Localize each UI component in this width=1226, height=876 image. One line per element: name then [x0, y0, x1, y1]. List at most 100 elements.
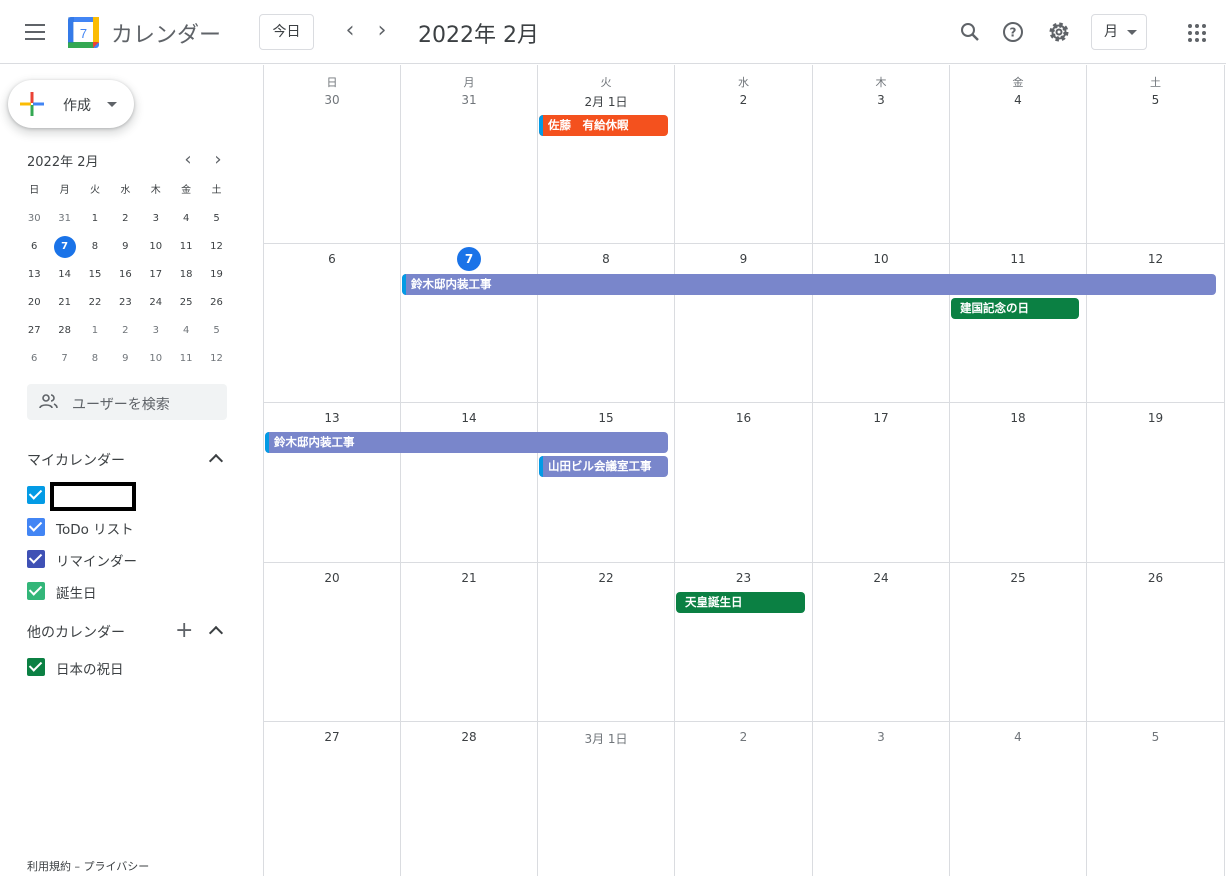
view-switcher-dropdown[interactable]: 月: [1091, 14, 1147, 50]
day-cell[interactable]: 6: [264, 244, 401, 402]
day-number[interactable]: 9: [675, 252, 812, 266]
mini-day[interactable]: 22: [80, 289, 110, 317]
mini-day[interactable]: 8: [80, 233, 110, 261]
mini-day[interactable]: 30: [19, 205, 49, 233]
mini-day[interactable]: 4: [171, 317, 201, 345]
day-cell[interactable]: 20: [264, 563, 401, 721]
add-calendar-plus-icon[interactable]: +: [175, 620, 193, 642]
day-number[interactable]: 30: [264, 93, 400, 107]
mini-day[interactable]: 9: [110, 233, 140, 261]
day-number[interactable]: 21: [401, 571, 537, 585]
day-cell[interactable]: 木 3: [813, 65, 950, 243]
day-cell[interactable]: 16: [675, 403, 813, 562]
day-cell[interactable]: 月 31: [401, 65, 538, 243]
day-number[interactable]: 23: [675, 571, 812, 585]
mini-day[interactable]: 9: [110, 345, 140, 373]
next-month-button[interactable]: ›: [370, 20, 394, 44]
mini-day[interactable]: 1: [80, 317, 110, 345]
prev-month-button[interactable]: ‹: [338, 20, 362, 44]
mini-day[interactable]: 26: [201, 289, 231, 317]
day-number[interactable]: 10: [813, 252, 949, 266]
settings-gear-icon[interactable]: [1045, 18, 1073, 46]
event-chip[interactable]: 山田ビル会議室工事: [539, 456, 668, 477]
mini-day[interactable]: 1: [80, 205, 110, 233]
day-cell[interactable]: 5: [1087, 722, 1225, 876]
mini-day[interactable]: 7: [49, 345, 79, 373]
my-calendars-title[interactable]: マイカレンダー: [27, 450, 125, 470]
mini-day[interactable]: 10: [141, 345, 171, 373]
day-number[interactable]: 4: [950, 93, 1086, 107]
mini-day[interactable]: 21: [49, 289, 79, 317]
day-number[interactable]: 3: [813, 730, 949, 744]
mini-day[interactable]: 11: [171, 345, 201, 373]
checkbox-checked-icon[interactable]: [27, 486, 45, 504]
day-cell[interactable]: 23: [675, 563, 813, 721]
day-number[interactable]: 16: [675, 411, 812, 425]
mini-day[interactable]: 10: [141, 233, 171, 261]
day-cell[interactable]: 14: [401, 403, 538, 562]
today-button[interactable]: 今日: [259, 14, 314, 50]
day-number[interactable]: 18: [950, 411, 1086, 425]
day-cell[interactable]: 3月 1日: [538, 722, 675, 876]
mini-next-button[interactable]: ›: [210, 149, 226, 170]
mini-day[interactable]: 28: [49, 317, 79, 345]
day-number-today[interactable]: 7: [401, 247, 537, 271]
help-icon[interactable]: ?: [999, 18, 1027, 46]
google-apps-icon[interactable]: [1188, 24, 1206, 42]
event-chip[interactable]: 天皇誕生日: [676, 592, 805, 613]
mini-day[interactable]: 3: [141, 205, 171, 233]
day-cell[interactable]: 13: [264, 403, 401, 562]
day-cell[interactable]: 24: [813, 563, 950, 721]
collapse-other-calendars-icon[interactable]: [208, 625, 224, 641]
mini-day[interactable]: 13: [19, 261, 49, 289]
day-number[interactable]: 27: [264, 730, 400, 744]
day-cell[interactable]: 9: [675, 244, 813, 402]
day-number[interactable]: 26: [1087, 571, 1224, 585]
mini-day[interactable]: 25: [171, 289, 201, 317]
mini-day[interactable]: 20: [19, 289, 49, 317]
day-cell[interactable]: 8: [538, 244, 675, 402]
search-people-input[interactable]: ユーザーを検索: [27, 384, 227, 420]
checkbox-checked-icon[interactable]: [27, 658, 45, 676]
day-cell[interactable]: 金 4: [950, 65, 1087, 243]
day-cell[interactable]: 火 2月 1日: [538, 65, 675, 243]
day-cell[interactable]: 12: [1087, 244, 1225, 402]
day-number[interactable]: 14: [401, 411, 537, 425]
mini-day[interactable]: 3: [141, 317, 171, 345]
mini-day[interactable]: 19: [201, 261, 231, 289]
mini-day[interactable]: 18: [171, 261, 201, 289]
search-icon[interactable]: [956, 18, 984, 46]
day-cell[interactable]: 2: [675, 722, 813, 876]
day-number[interactable]: 20: [264, 571, 400, 585]
mini-day[interactable]: 5: [201, 317, 231, 345]
mini-day[interactable]: 11: [171, 233, 201, 261]
mini-day[interactable]: 14: [49, 261, 79, 289]
mini-day[interactable]: 23: [110, 289, 140, 317]
day-number[interactable]: 2: [675, 93, 812, 107]
mini-day[interactable]: 12: [201, 233, 231, 261]
day-number[interactable]: 12: [1087, 252, 1224, 266]
mini-day[interactable]: 24: [141, 289, 171, 317]
collapse-my-calendars-icon[interactable]: [208, 453, 224, 469]
day-number[interactable]: 8: [538, 252, 674, 266]
other-calendars-title[interactable]: 他のカレンダー: [27, 622, 125, 642]
day-cell[interactable]: 25: [950, 563, 1087, 721]
mini-day[interactable]: 31: [49, 205, 79, 233]
day-number[interactable]: 24: [813, 571, 949, 585]
mini-day[interactable]: 12: [201, 345, 231, 373]
mini-day[interactable]: 6: [19, 233, 49, 261]
day-cell[interactable]: 7: [401, 244, 538, 402]
day-cell[interactable]: 土 5: [1087, 65, 1225, 243]
mini-day[interactable]: 4: [171, 205, 201, 233]
day-cell[interactable]: 3: [813, 722, 950, 876]
day-number[interactable]: 22: [538, 571, 674, 585]
event-chip[interactable]: 鈴木邸内装工事: [402, 274, 1216, 295]
mini-day[interactable]: 27: [19, 317, 49, 345]
event-chip[interactable]: 佐藤 有給休暇: [539, 115, 668, 136]
day-number[interactable]: 11: [950, 252, 1086, 266]
day-number[interactable]: 3: [813, 93, 949, 107]
day-number[interactable]: 6: [264, 252, 400, 266]
mini-day[interactable]: 15: [80, 261, 110, 289]
day-cell[interactable]: 28: [401, 722, 538, 876]
event-chip[interactable]: 鈴木邸内装工事: [265, 432, 668, 453]
